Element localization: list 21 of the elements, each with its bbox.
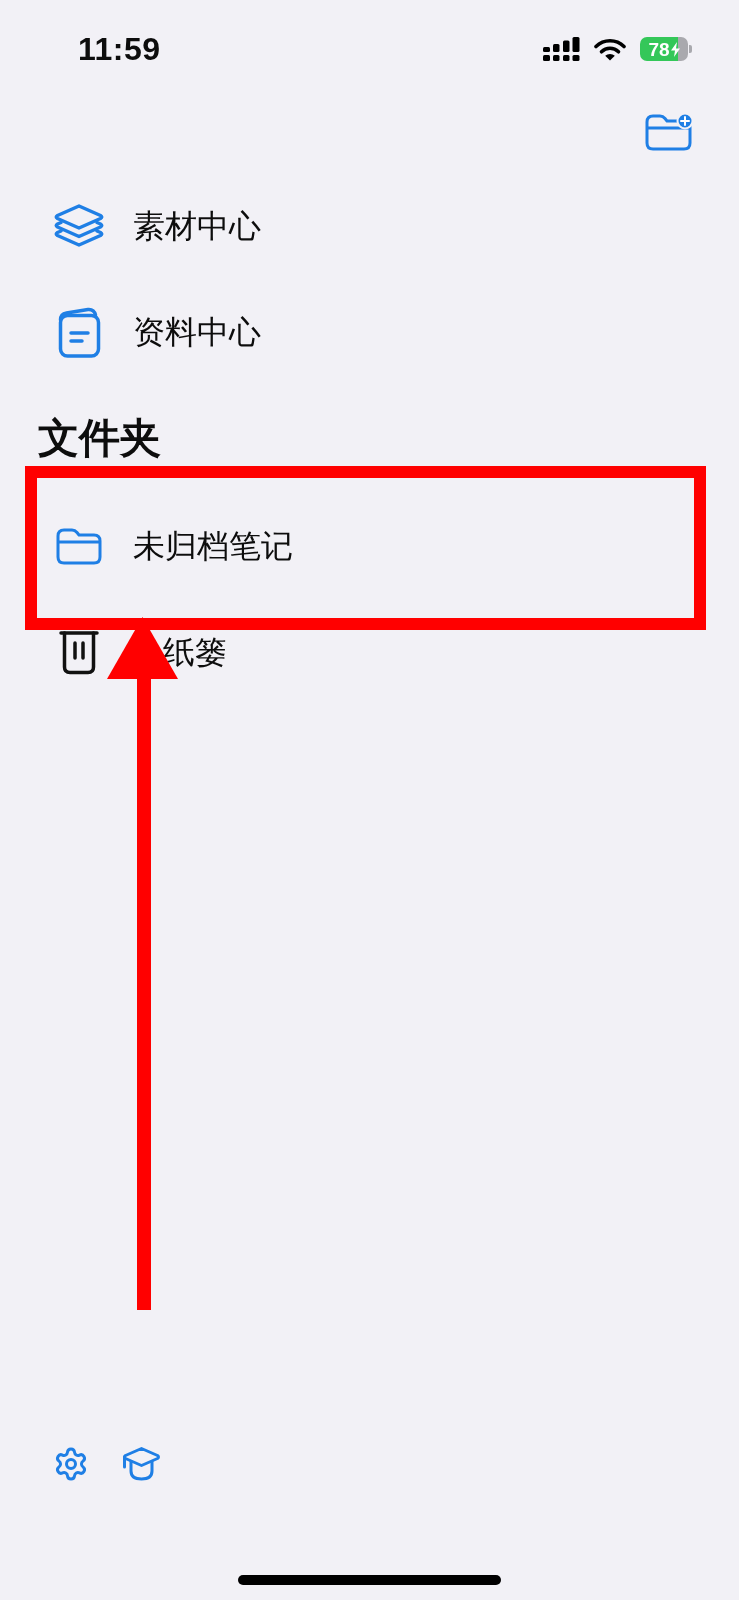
- folder-item[interactable]: 纸篓: [53, 629, 227, 675]
- charging-bolt-icon: [670, 41, 680, 57]
- tutorial-button[interactable]: [122, 1446, 161, 1482]
- menu-item[interactable]: 资料中心: [53, 306, 261, 358]
- status-time: 11:59: [78, 33, 161, 65]
- signal-icon: [543, 37, 580, 61]
- graduation-cap-icon: [122, 1446, 161, 1482]
- battery-terminal: [689, 45, 692, 53]
- menu-item[interactable]: 素材中心: [53, 202, 261, 250]
- settings-button[interactable]: [53, 1446, 89, 1482]
- document-icon: [57, 306, 101, 358]
- folder-plus-icon: [645, 112, 694, 151]
- section-title: 文件夹: [38, 414, 161, 464]
- folder-item[interactable]: 未归档笔记: [53, 526, 293, 566]
- wifi-icon: [594, 37, 626, 61]
- battery-percentage: 78: [648, 39, 670, 59]
- new-folder-button[interactable]: [645, 112, 694, 151]
- settings-icon: [53, 1446, 89, 1482]
- layers-icon: [53, 202, 105, 250]
- trash-icon: [59, 629, 99, 675]
- folder-icon: [56, 527, 102, 565]
